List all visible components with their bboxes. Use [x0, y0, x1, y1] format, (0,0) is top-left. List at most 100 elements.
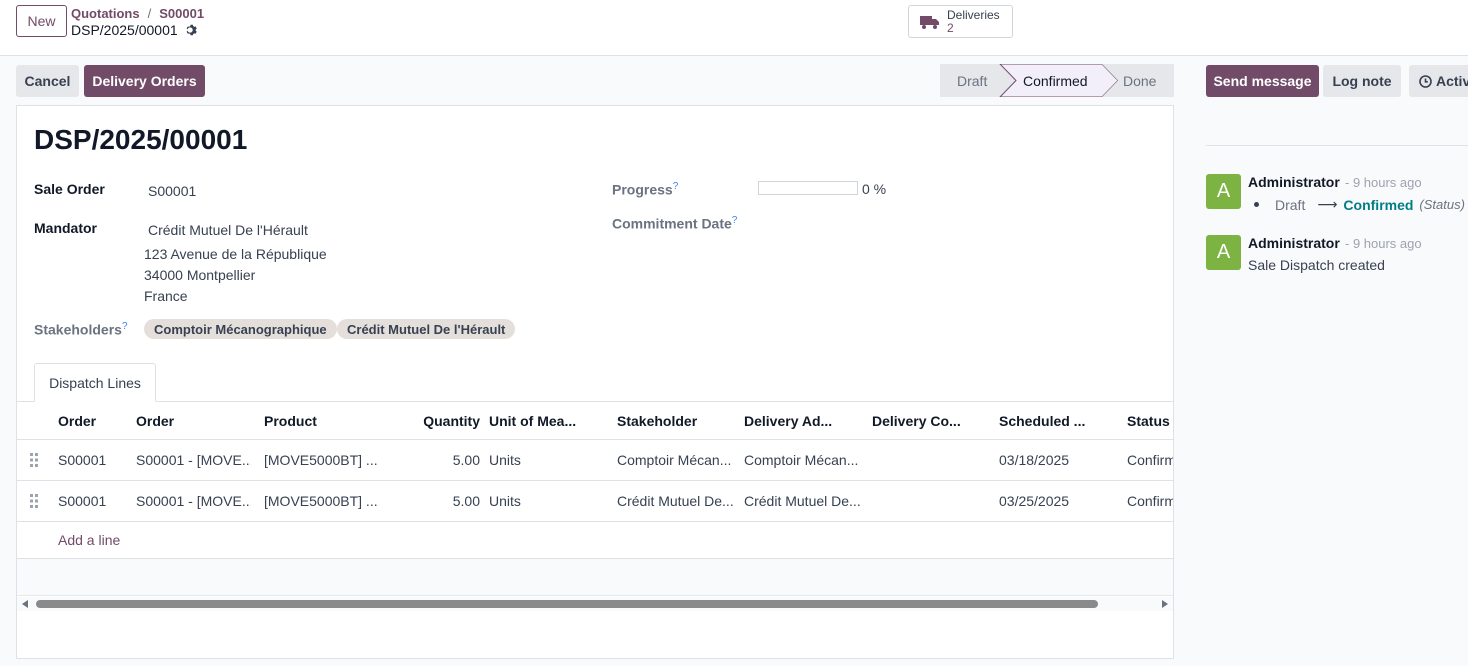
avatar[interactable]: A: [1206, 174, 1241, 209]
deliveries-count: 2: [947, 20, 954, 35]
deliveries-label: Deliveries: [947, 7, 1000, 22]
column-header-unit[interactable]: Unit of Mea...: [489, 402, 609, 439]
column-header-order[interactable]: Order: [58, 402, 132, 439]
tracking-new-value: Confirmed: [1343, 196, 1414, 213]
mandator-address-line: 34000 Montpellier: [144, 267, 256, 283]
table-row[interactable]: S00001 S00001 - [MOVE... [MOVE5000BT] ..…: [17, 481, 1173, 522]
cell-status[interactable]: Confirm: [1127, 481, 1173, 521]
cell-delivery-contact[interactable]: [872, 481, 992, 521]
breadcrumb-quotations[interactable]: Quotations: [71, 6, 140, 21]
record-name: DSP/2025/00001: [71, 22, 198, 38]
column-header-product[interactable]: Product: [264, 402, 384, 439]
sale-order-value[interactable]: S00001: [148, 183, 196, 199]
scroll-right-icon[interactable]: [1162, 600, 1168, 608]
truck-icon: [920, 15, 939, 29]
help-icon[interactable]: ?: [673, 181, 679, 192]
stakeholder-tag[interactable]: Crédit Mutuel De l'Hérault: [337, 319, 516, 339]
cell-delivery-contact[interactable]: [872, 440, 992, 480]
clock-icon: [1419, 74, 1432, 88]
cell-stakeholder[interactable]: Comptoir Mécan...: [617, 440, 737, 480]
deliveries-smart-button[interactable]: Deliveries 2: [908, 5, 1013, 38]
stage-done[interactable]: Done: [1123, 73, 1156, 89]
cell-stakeholder[interactable]: Crédit Mutuel De...: [617, 481, 737, 521]
mandator-label: Mandator: [34, 220, 97, 236]
cell-quantity[interactable]: 5.00: [397, 481, 480, 521]
cell-unit[interactable]: Units: [489, 440, 604, 480]
breadcrumb: Quotations / S00001: [71, 6, 204, 21]
page-title: DSP/2025/00001: [34, 124, 248, 155]
message-author[interactable]: Administrator: [1248, 174, 1340, 190]
cell-delivery-address[interactable]: Crédit Mutuel De...: [744, 481, 864, 521]
stakeholder-tag[interactable]: Comptoir Mécanographique: [144, 319, 337, 339]
drag-handle-icon[interactable]: [30, 494, 38, 508]
scrollbar-thumb[interactable]: [36, 600, 1098, 608]
horizontal-scrollbar[interactable]: [17, 597, 1173, 611]
column-header-status[interactable]: Status: [1127, 402, 1173, 439]
column-header-delivery-address[interactable]: Delivery Ad...: [744, 402, 864, 439]
arrow-right-icon: ⟶: [1317, 196, 1338, 212]
stakeholders-label-text: Stakeholders: [34, 321, 122, 338]
column-header-quantity[interactable]: Quantity: [397, 402, 480, 439]
cell-scheduled[interactable]: 03/18/2025: [999, 440, 1119, 480]
tab-dispatch-lines[interactable]: Dispatch Lines: [34, 363, 156, 402]
scroll-left-icon[interactable]: [22, 600, 28, 608]
column-header-scheduled[interactable]: Scheduled ...: [999, 402, 1119, 439]
bullet-icon: [1254, 202, 1259, 207]
breadcrumb-separator: /: [147, 6, 152, 21]
progress-value: 0 %: [862, 181, 887, 197]
tracking-field: (Status): [1419, 197, 1465, 212]
message-time: - 9 hours ago: [1345, 175, 1422, 190]
table-header: Order Order Product Quantity Unit of Mea…: [17, 402, 1173, 440]
cell-unit[interactable]: Units: [489, 481, 604, 521]
cell-order-line[interactable]: S00001 - [MOVE...: [136, 481, 251, 521]
mandator-address-line: France: [144, 288, 188, 304]
add-line-link[interactable]: Add a line: [58, 532, 120, 548]
table-row[interactable]: S00001 S00001 - [MOVE... [MOVE5000BT] ..…: [17, 440, 1173, 481]
send-message-button[interactable]: Send message: [1206, 65, 1319, 97]
form-sheet: DSP/2025/00001 Sale Order S00001 Mandato…: [16, 105, 1174, 659]
cancel-button[interactable]: Cancel: [16, 65, 79, 97]
new-button[interactable]: New: [16, 5, 67, 37]
log-note-button[interactable]: Log note: [1323, 65, 1401, 97]
column-header-delivery-contact[interactable]: Delivery Co...: [872, 402, 992, 439]
tracking-old-value: Draft: [1275, 196, 1306, 213]
chatter-divider: [1206, 145, 1468, 146]
message-author[interactable]: Administrator: [1248, 235, 1340, 251]
mandator-address-line: 123 Avenue de la République: [144, 246, 327, 262]
stage-confirmed[interactable]: Confirmed: [1023, 73, 1088, 89]
stage-draft[interactable]: Draft: [957, 73, 987, 89]
gear-icon[interactable]: [184, 23, 198, 37]
progress-label-text: Progress: [612, 181, 673, 198]
cell-product[interactable]: [MOVE5000BT] ...: [264, 481, 379, 521]
activities-label: Activi: [1436, 73, 1468, 89]
cell-order[interactable]: S00001: [58, 481, 132, 521]
tracking-change: Draft ⟶ Confirmed (Status): [1254, 196, 1465, 213]
sale-order-label: Sale Order: [34, 181, 105, 197]
progress-label: Progress?: [612, 181, 678, 198]
record-name-text: DSP/2025/00001: [71, 22, 178, 38]
help-icon[interactable]: ?: [732, 215, 738, 226]
stakeholders-label: Stakeholders?: [34, 321, 128, 338]
column-header-order-line[interactable]: Order: [136, 402, 256, 439]
breadcrumb-order[interactable]: S00001: [159, 6, 204, 21]
message-time: - 9 hours ago: [1345, 236, 1422, 251]
cell-quantity[interactable]: 5.00: [397, 440, 480, 480]
table-footer: [17, 558, 1173, 596]
cell-delivery-address[interactable]: Comptoir Mécan...: [744, 440, 864, 480]
drag-handle-icon[interactable]: [30, 453, 38, 467]
cell-order-line[interactable]: S00001 - [MOVE...: [136, 440, 251, 480]
cell-order[interactable]: S00001: [58, 440, 132, 480]
commitment-date-label-text: Commitment Date: [612, 215, 732, 232]
mandator-name[interactable]: Crédit Mutuel De l'Hérault: [148, 222, 308, 238]
cell-scheduled[interactable]: 03/25/2025: [999, 481, 1119, 521]
column-header-stakeholder[interactable]: Stakeholder: [617, 402, 737, 439]
cell-product[interactable]: [MOVE5000BT] ...: [264, 440, 379, 480]
commitment-date-label: Commitment Date?: [612, 215, 737, 232]
activities-button[interactable]: Activi: [1409, 65, 1468, 97]
message-body: Sale Dispatch created: [1248, 257, 1385, 273]
delivery-orders-button[interactable]: Delivery Orders: [84, 65, 205, 97]
cell-status[interactable]: Confirm: [1127, 440, 1173, 480]
help-icon[interactable]: ?: [122, 321, 128, 332]
control-panel: New Quotations / S00001 DSP/2025/00001 D…: [0, 0, 1468, 56]
avatar[interactable]: A: [1206, 235, 1241, 270]
